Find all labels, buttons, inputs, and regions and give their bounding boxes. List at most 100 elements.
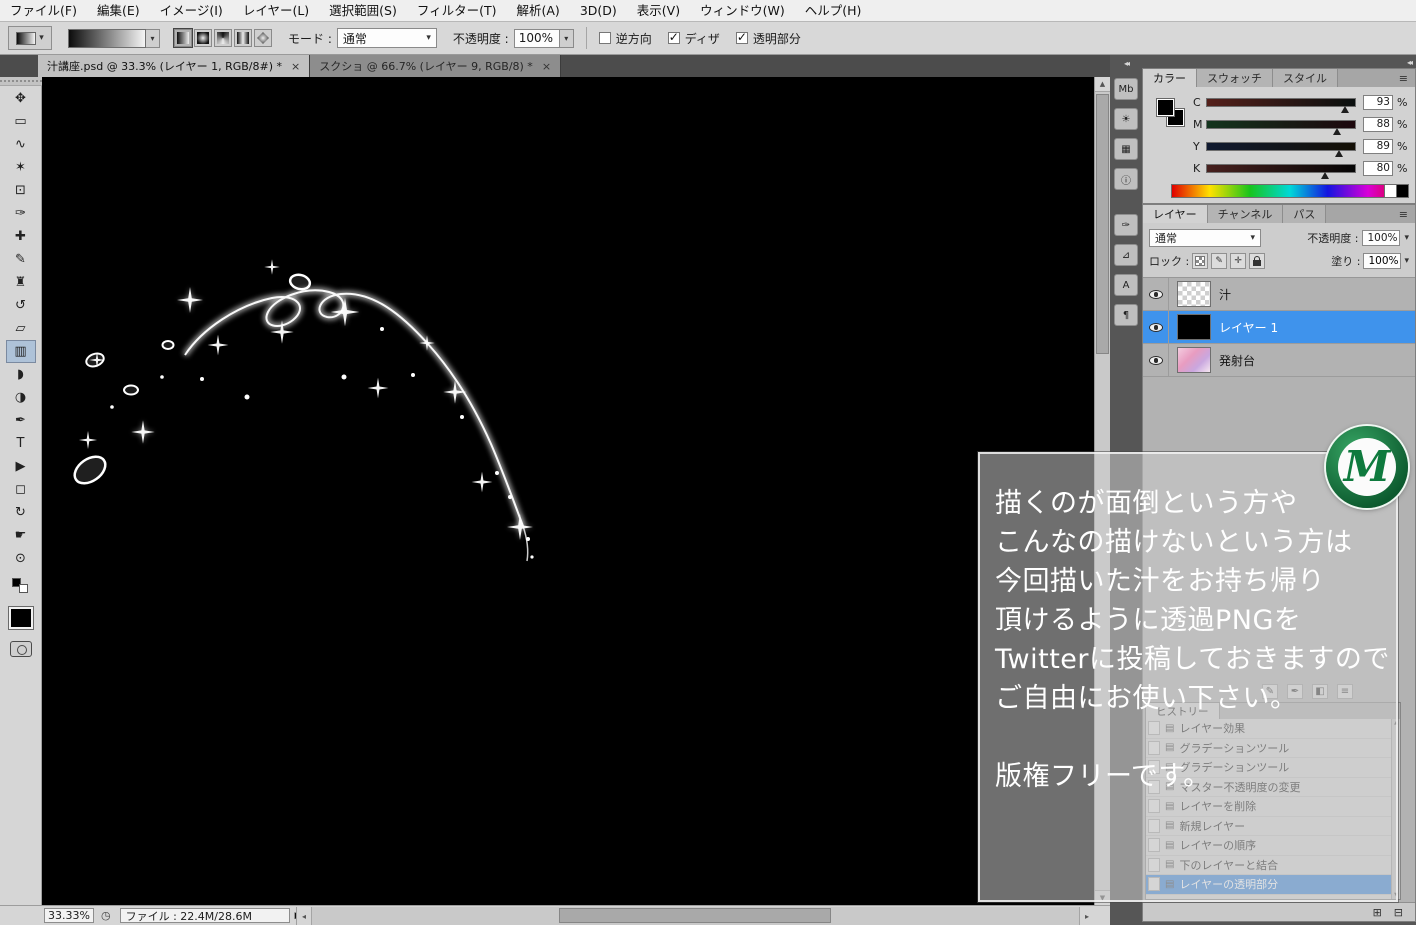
slider-value[interactable]: 93 xyxy=(1363,95,1393,110)
foreground-color-swatch[interactable] xyxy=(9,607,33,629)
panel-tab[interactable]: チャンネル xyxy=(1208,205,1284,223)
eraser-tool[interactable]: ▱ xyxy=(6,317,36,340)
slider-value[interactable]: 80 xyxy=(1363,161,1393,176)
panel-menu-icon[interactable]: ≡ xyxy=(1392,205,1415,223)
history-brush-tool[interactable]: ↺ xyxy=(6,294,36,317)
spectrum-black-end[interactable] xyxy=(1396,185,1408,197)
collapse-dock-icon[interactable]: ◂◂ xyxy=(1407,58,1411,67)
zoom-level-field[interactable]: 33.33% xyxy=(44,908,94,923)
option-checkbox[interactable]: 逆方向 xyxy=(599,30,652,47)
brush-tool[interactable]: ✎ xyxy=(6,248,36,271)
fill-input[interactable]: 100% xyxy=(1363,253,1401,269)
visibility-toggle[interactable] xyxy=(1143,311,1169,343)
document-tab[interactable]: 汁講座.psd @ 33.3% (レイヤー 1, RGB/8#) * × xyxy=(38,55,310,77)
layer-opacity-input[interactable]: 100% xyxy=(1362,230,1400,246)
checkbox-box[interactable] xyxy=(668,32,680,44)
checkbox-box[interactable] xyxy=(736,32,748,44)
menu-item[interactable]: 表示(V) xyxy=(627,0,690,21)
crop-tool[interactable]: ⊡ xyxy=(6,179,36,202)
scroll-right-arrow[interactable]: ▸ xyxy=(1079,907,1094,925)
menu-item[interactable]: ヘルプ(H) xyxy=(795,0,872,21)
checkbox-box[interactable] xyxy=(599,32,611,44)
spectrum-white-end[interactable] xyxy=(1384,185,1396,197)
menu-item[interactable]: レイヤー(L) xyxy=(233,0,319,21)
layer-name[interactable]: 発射台 xyxy=(1219,352,1255,369)
dodge-tool[interactable]: ◑ xyxy=(6,386,36,409)
slider-value[interactable]: 88 xyxy=(1363,117,1393,132)
masks-panel-icon[interactable]: ▦ xyxy=(1114,138,1138,160)
adjustments-panel-icon[interactable]: ☀ xyxy=(1114,108,1138,130)
canvas[interactable] xyxy=(42,77,1094,905)
color-spectrum-ramp[interactable] xyxy=(1171,184,1409,198)
tool-preset-button[interactable]: ▾ xyxy=(8,26,52,50)
lock-all-button[interactable] xyxy=(1249,253,1265,269)
character-panel-icon[interactable]: A xyxy=(1114,274,1138,296)
horizontal-scrollbar[interactable]: ◂ ▸ xyxy=(296,907,1094,925)
blur-tool[interactable]: ◗ xyxy=(6,363,36,386)
menu-item[interactable]: 解析(A) xyxy=(507,0,570,21)
horizontal-scroll-thumb[interactable] xyxy=(559,908,831,923)
layer-thumbnail[interactable] xyxy=(1177,314,1211,340)
panel-menu-icon[interactable]: ≡ xyxy=(1392,69,1415,87)
panel-tab[interactable]: カラー xyxy=(1143,69,1197,87)
clone-stamp-tool[interactable]: ♜ xyxy=(6,271,36,294)
visibility-toggle[interactable] xyxy=(1143,344,1169,376)
type-tool[interactable]: T xyxy=(6,432,36,455)
slider-thumb[interactable] xyxy=(1335,150,1343,157)
slider-thumb[interactable] xyxy=(1333,128,1341,135)
new-layer-icon[interactable]: ⊞ xyxy=(1373,906,1382,919)
slider-track[interactable] xyxy=(1206,164,1356,173)
slider-value[interactable]: 89 xyxy=(1363,139,1393,154)
slider-track[interactable] xyxy=(1206,120,1356,129)
opacity-arrow[interactable]: ▾ xyxy=(560,29,574,48)
lock-transparency-button[interactable] xyxy=(1192,253,1208,269)
shape-tool[interactable]: ◻ xyxy=(6,478,36,501)
scroll-up-arrow[interactable]: ▲ xyxy=(1095,77,1110,92)
angle-gradient-button[interactable] xyxy=(214,29,232,47)
document-tab[interactable]: スクショ @ 66.7% (レイヤー 9, RGB/8) * × xyxy=(310,55,561,77)
zoom-tool[interactable]: ⊙ xyxy=(6,547,36,570)
option-checkbox[interactable]: ディザ xyxy=(668,30,720,47)
minibridge-panel-icon[interactable]: Mb xyxy=(1114,78,1138,100)
gradient-tool[interactable]: ▥ xyxy=(6,340,36,363)
default-colors-icon[interactable] xyxy=(12,578,30,595)
eyedropper-tool[interactable]: ✑ xyxy=(6,202,36,225)
quick-mask-button[interactable] xyxy=(10,641,32,657)
fill-arrow[interactable]: ▾ xyxy=(1404,256,1409,266)
move-tool[interactable]: ✥ xyxy=(6,87,36,110)
opacity-input[interactable]: 100% xyxy=(514,29,560,48)
gradient-picker-arrow[interactable]: ▾ xyxy=(146,29,160,48)
foreground-background-swatches[interactable] xyxy=(1157,99,1187,129)
lasso-tool[interactable]: ∿ xyxy=(6,133,36,156)
lock-position-button[interactable]: ✛ xyxy=(1230,253,1246,269)
layer-thumbnail[interactable] xyxy=(1177,281,1211,307)
healing-brush-tool[interactable]: ✚ xyxy=(6,225,36,248)
menu-item[interactable]: 編集(E) xyxy=(87,0,150,21)
paragraph-panel-icon[interactable]: ¶ xyxy=(1114,304,1138,326)
layer-name[interactable]: レイヤー 1 xyxy=(1219,319,1278,336)
panel-tab[interactable]: スウォッチ xyxy=(1197,69,1273,87)
panel-tab[interactable]: パス xyxy=(1283,205,1326,223)
layer-row[interactable]: 発射台 xyxy=(1143,344,1415,377)
reflected-gradient-button[interactable] xyxy=(234,29,252,47)
menu-item[interactable]: 3D(D) xyxy=(570,0,627,21)
panel-tab[interactable]: レイヤー xyxy=(1143,205,1208,223)
menu-item[interactable]: フィルター(T) xyxy=(407,0,507,21)
blend-mode-select[interactable]: 通常 ▾ xyxy=(337,28,437,48)
layer-name[interactable]: 汁 xyxy=(1219,286,1231,303)
linear-gradient-button[interactable] xyxy=(174,29,192,47)
slider-thumb[interactable] xyxy=(1321,172,1329,179)
visibility-toggle[interactable] xyxy=(1143,278,1169,310)
slider-track[interactable] xyxy=(1206,98,1356,107)
scroll-left-arrow[interactable]: ◂ xyxy=(297,907,312,925)
pen-tool[interactable]: ✒ xyxy=(6,409,36,432)
delete-layer-icon[interactable]: ⊟ xyxy=(1394,906,1403,919)
layer-blend-mode-select[interactable]: 通常 ▾ xyxy=(1149,229,1261,247)
slider-track[interactable] xyxy=(1206,142,1356,151)
collapse-strip-icon[interactable]: ◂◂ xyxy=(1110,55,1142,70)
measure-panel-icon[interactable]: ⊿ xyxy=(1114,244,1138,266)
path-select-tool[interactable]: ▶ xyxy=(6,455,36,478)
panel-tab[interactable]: スタイル xyxy=(1273,69,1338,87)
layer-row[interactable]: レイヤー 1 xyxy=(1143,311,1415,344)
quick-select-tool[interactable]: ✶ xyxy=(6,156,36,179)
